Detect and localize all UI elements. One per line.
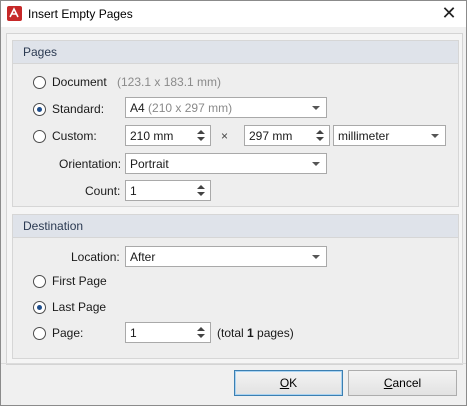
page-radio[interactable] bbox=[33, 327, 46, 340]
custom-width-value: 210 mm bbox=[130, 129, 174, 143]
spin-up-icon[interactable] bbox=[316, 130, 324, 134]
unit-select[interactable]: millimeter bbox=[333, 125, 446, 146]
title-bar: Insert Empty Pages ✕ bbox=[1, 1, 466, 27]
spin-up-icon[interactable] bbox=[197, 185, 205, 189]
button-bar-divider bbox=[1, 363, 466, 364]
document-radio[interactable] bbox=[33, 76, 46, 89]
spin-up-icon[interactable] bbox=[197, 130, 205, 134]
spin-down-icon[interactable] bbox=[197, 192, 205, 196]
unit-value: millimeter bbox=[338, 129, 390, 143]
count-value: 1 bbox=[130, 184, 137, 198]
times-symbol: × bbox=[221, 129, 229, 143]
chevron-down-icon bbox=[312, 162, 320, 166]
ok-mnemonic: O bbox=[279, 376, 290, 390]
page-number-value: 1 bbox=[130, 326, 137, 340]
count-stepper[interactable]: 1 bbox=[125, 180, 211, 201]
standard-size-value: A4 (210 x 297 mm) bbox=[130, 101, 232, 115]
count-label: Count: bbox=[85, 184, 121, 198]
standard-size-info: (210 x 297 mm) bbox=[148, 101, 233, 115]
ok-button[interactable]: OK bbox=[234, 370, 343, 396]
spin-up-icon[interactable] bbox=[197, 327, 205, 331]
destination-group-title: Destination bbox=[23, 219, 84, 233]
spin-down-icon[interactable] bbox=[197, 137, 205, 141]
destination-group-header: Destination bbox=[13, 215, 458, 238]
pages-group: Pages Document (123.1 x 183.1 mm) Standa… bbox=[12, 40, 459, 207]
pages-group-title: Pages bbox=[23, 45, 58, 59]
custom-height-stepper[interactable]: 297 mm bbox=[244, 125, 330, 146]
close-icon[interactable]: ✕ bbox=[437, 2, 461, 24]
cancel-button[interactable]: Cancel bbox=[348, 370, 457, 396]
custom-label[interactable]: Custom: bbox=[52, 129, 97, 143]
insert-empty-pages-dialog: Insert Empty Pages ✕ Pages Document (123… bbox=[0, 0, 467, 406]
location-select[interactable]: After bbox=[125, 246, 327, 267]
standard-label[interactable]: Standard: bbox=[52, 102, 104, 116]
last-page-radio[interactable] bbox=[33, 301, 46, 314]
total-pages-prefix: (total bbox=[217, 326, 248, 340]
window-title: Insert Empty Pages bbox=[28, 7, 133, 21]
spin-down-icon[interactable] bbox=[316, 137, 324, 141]
location-label: Location: bbox=[71, 250, 120, 264]
last-page-label[interactable]: Last Page bbox=[52, 300, 106, 314]
pdf-app-icon bbox=[7, 6, 22, 21]
orientation-value: Portrait bbox=[130, 157, 169, 171]
total-pages-text: (total 1 pages) bbox=[217, 326, 294, 340]
pages-group-header: Pages bbox=[13, 41, 458, 64]
cancel-label-rest: ancel bbox=[392, 376, 422, 390]
total-pages-suffix: pages) bbox=[253, 326, 294, 340]
document-label[interactable]: Document bbox=[52, 75, 107, 89]
document-size-info: (123.1 x 183.1 mm) bbox=[117, 75, 222, 89]
standard-size-select[interactable]: A4 (210 x 297 mm) bbox=[125, 97, 327, 118]
location-value: After bbox=[130, 250, 156, 264]
chevron-down-icon bbox=[312, 255, 320, 259]
custom-width-stepper[interactable]: 210 mm bbox=[125, 125, 211, 146]
custom-height-value: 297 mm bbox=[249, 129, 293, 143]
first-page-radio[interactable] bbox=[33, 275, 46, 288]
chevron-down-icon bbox=[312, 106, 320, 110]
destination-group: Destination Location: After First Page L… bbox=[12, 214, 459, 359]
custom-radio[interactable] bbox=[33, 130, 46, 143]
total-pages-count: 1 bbox=[247, 326, 254, 340]
first-page-label[interactable]: First Page bbox=[52, 274, 107, 288]
standard-size-name: A4 bbox=[130, 101, 145, 115]
orientation-label: Orientation: bbox=[59, 157, 122, 171]
standard-radio[interactable] bbox=[33, 103, 46, 116]
page-label[interactable]: Page: bbox=[52, 326, 83, 340]
spin-down-icon[interactable] bbox=[197, 334, 205, 338]
ok-label-rest: K bbox=[289, 376, 298, 390]
orientation-select[interactable]: Portrait bbox=[125, 153, 327, 174]
dialog-content: Pages Document (123.1 x 183.1 mm) Standa… bbox=[6, 33, 463, 365]
chevron-down-icon bbox=[431, 134, 439, 138]
page-number-stepper[interactable]: 1 bbox=[125, 322, 211, 343]
